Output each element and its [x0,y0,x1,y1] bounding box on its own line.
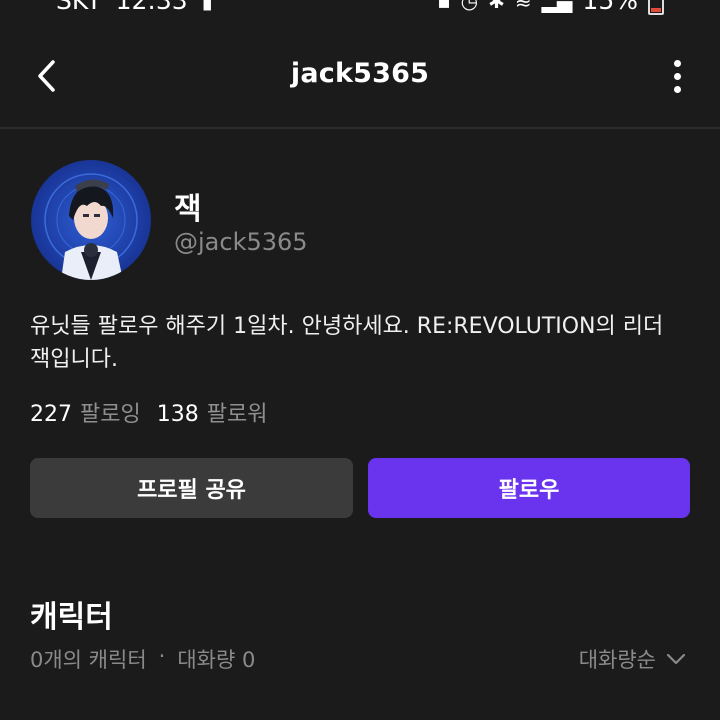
followers-label[interactable]: 팔로워 [207,396,268,428]
share-profile-button[interactable]: 프로필 공유 [30,458,353,518]
character-count: 0개의 캐릭터 [30,648,147,672]
battery-icon [648,0,664,15]
chat-volume: 대화량 0 [177,648,256,672]
separator-dot: · [158,644,166,668]
display-name: 잭 [174,192,202,227]
status-bar-left: SKT 12:33 ▮ [56,0,213,15]
avatar-image [31,160,151,280]
sort-label: 대화량순 [578,648,656,672]
bluetooth-icon: ✱ [488,0,505,13]
chevron-down-icon [666,653,686,665]
following-label[interactable]: 팔로잉 [80,396,141,428]
sim-icon: ▪ [437,0,451,13]
characters-summary: 0개의 캐릭터 · 대화량 0 [30,644,255,674]
status-bar: SKT 12:33 ▮ ▪ ◷ ✱ ≋ ▂▄ 15% [0,0,720,20]
user-handle: @jack5365 [174,228,308,256]
characters-section-title: 캐릭터 [30,600,113,635]
alarm-icon: ◷ [460,0,479,13]
followers-count[interactable]: 138 [157,402,199,427]
wifi-icon: ≋ [514,0,532,13]
carrier-label: SKT [56,0,102,15]
status-bar-right: ▪ ◷ ✱ ≋ ▂▄ 15% [437,0,664,15]
avatar[interactable] [31,160,151,280]
follow-stats: 227 팔로잉 138 팔로워 [30,396,283,428]
more-vertical-icon [673,59,681,67]
follow-button[interactable]: 팔로우 [368,458,690,518]
profile-bio: 유닛들 팔로우 해주기 1일차. 안녕하세요. RE:REVOLUTION의 리… [30,314,664,372]
following-count[interactable]: 227 [30,402,72,427]
more-options-button[interactable] [662,54,692,98]
notification-icon: ▮ [201,0,213,13]
battery-percent: 15% [582,0,638,15]
sort-dropdown[interactable]: 대화량순 [579,644,686,674]
header-divider [0,127,720,129]
signal-icon: ▂▄ [541,0,573,13]
page-title: jack5365 [290,58,430,89]
clock: 12:33 [115,0,188,15]
top-app-bar: jack5365 [0,40,720,112]
